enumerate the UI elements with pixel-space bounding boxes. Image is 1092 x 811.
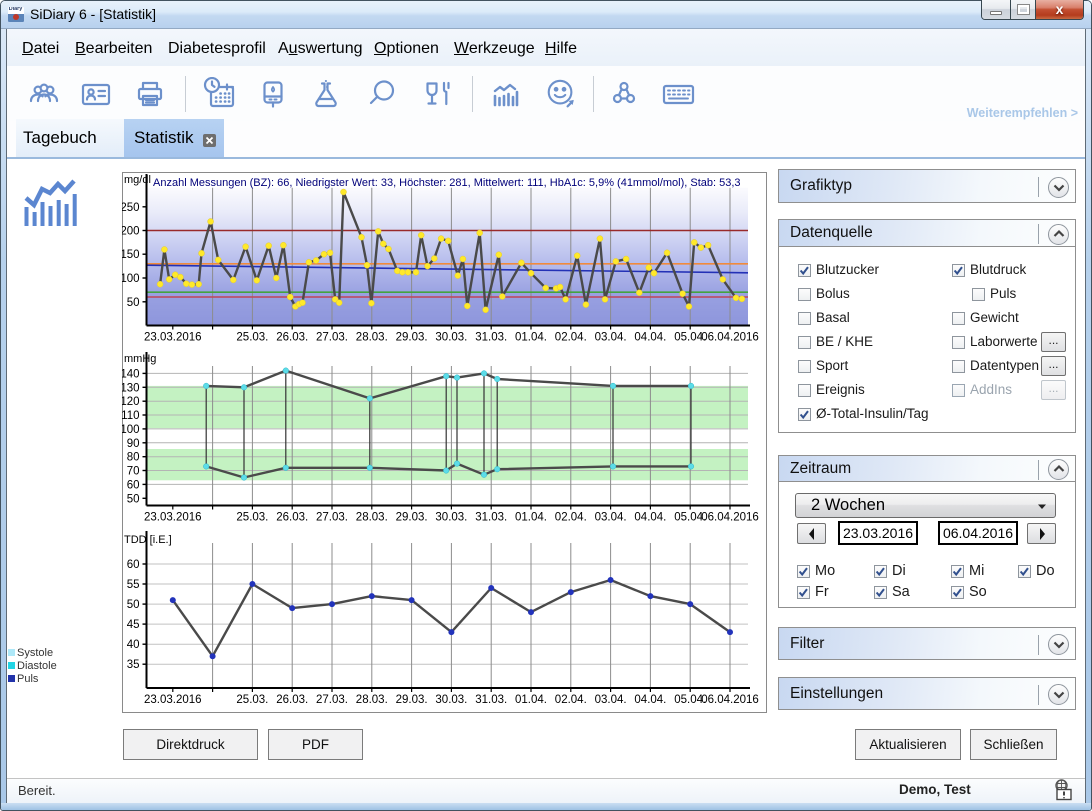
svg-text:28.03.: 28.03.	[356, 694, 388, 706]
svg-text:60: 60	[127, 559, 140, 571]
svg-text:120: 120	[122, 396, 140, 408]
svg-text:27.03.: 27.03.	[316, 332, 348, 344]
svg-text:01.04.: 01.04.	[515, 512, 547, 524]
svg-text:02.04.: 02.04.	[555, 694, 587, 706]
svg-text:60: 60	[127, 479, 140, 491]
svg-text:03.04.: 03.04.	[595, 512, 627, 524]
svg-text:27.03.: 27.03.	[316, 512, 348, 524]
svg-text:26.03.: 26.03.	[276, 512, 308, 524]
svg-text:03.04.: 03.04.	[595, 694, 627, 706]
svg-text:30.03.: 30.03.	[435, 332, 467, 344]
svg-text:02.04.: 02.04.	[555, 332, 587, 344]
svg-text:100: 100	[122, 424, 140, 436]
svg-text:90: 90	[127, 438, 140, 450]
svg-text:28.03.: 28.03.	[356, 512, 388, 524]
svg-text:mg/dl: mg/dl	[124, 174, 151, 186]
svg-text:31.03.: 31.03.	[475, 694, 507, 706]
svg-text:27.03.: 27.03.	[316, 694, 348, 706]
svg-text:31.03.: 31.03.	[475, 332, 507, 344]
svg-text:29.03.: 29.03.	[396, 694, 428, 706]
svg-text:04.04.: 04.04.	[634, 332, 666, 344]
svg-text:29.03.: 29.03.	[396, 332, 428, 344]
svg-text:250: 250	[122, 202, 140, 214]
svg-text:30.03.: 30.03.	[435, 694, 467, 706]
svg-text:31.03.: 31.03.	[475, 512, 507, 524]
svg-text:mmHg: mmHg	[124, 353, 156, 365]
svg-text:100: 100	[122, 273, 140, 285]
svg-text:TDD [i.E.]: TDD [i.E.]	[124, 534, 172, 546]
svg-text:25.03.: 25.03.	[236, 332, 268, 344]
svg-text:06.04.2016: 06.04.2016	[701, 694, 759, 706]
svg-text:28.03.: 28.03.	[356, 332, 388, 344]
svg-text:55: 55	[127, 579, 140, 591]
svg-text:50: 50	[127, 493, 140, 505]
svg-text:26.03.: 26.03.	[276, 332, 308, 344]
svg-text:80: 80	[127, 452, 140, 464]
svg-text:02.04.: 02.04.	[555, 512, 587, 524]
svg-text:130: 130	[122, 382, 140, 394]
svg-text:Anzahl Messungen (BZ): 66, Nie: Anzahl Messungen (BZ): 66, Niedrigster W…	[153, 177, 741, 189]
svg-text:70: 70	[127, 466, 140, 478]
svg-text:04.04.: 04.04.	[634, 694, 666, 706]
svg-text:50: 50	[127, 599, 140, 611]
svg-text:23.03.2016: 23.03.2016	[144, 694, 202, 706]
svg-text:35: 35	[127, 659, 140, 671]
svg-text:110: 110	[122, 410, 140, 422]
svg-text:06.04.2016: 06.04.2016	[701, 332, 759, 344]
svg-text:25.03.: 25.03.	[236, 694, 268, 706]
svg-text:200: 200	[122, 226, 140, 238]
svg-text:150: 150	[122, 249, 140, 261]
svg-text:26.03.: 26.03.	[276, 694, 308, 706]
svg-text:45: 45	[127, 619, 140, 631]
svg-text:30.03.: 30.03.	[435, 512, 467, 524]
svg-text:50: 50	[127, 297, 140, 309]
svg-text:23.03.2016: 23.03.2016	[144, 512, 202, 524]
svg-text:01.04.: 01.04.	[515, 332, 547, 344]
svg-text:29.03.: 29.03.	[396, 512, 428, 524]
svg-text:03.04.: 03.04.	[595, 332, 627, 344]
svg-text:04.04.: 04.04.	[634, 512, 666, 524]
svg-text:01.04.: 01.04.	[515, 694, 547, 706]
svg-text:23.03.2016: 23.03.2016	[144, 332, 202, 344]
svg-text:140: 140	[122, 368, 140, 380]
svg-text:25.03.: 25.03.	[236, 512, 268, 524]
svg-text:06.04.2016: 06.04.2016	[701, 512, 759, 524]
svg-text:40: 40	[127, 639, 140, 651]
